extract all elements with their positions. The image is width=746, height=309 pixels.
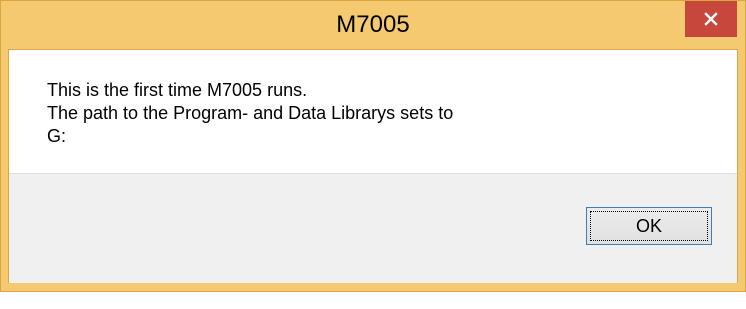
title-bar[interactable]: M7005 [1, 1, 745, 49]
message-line: This is the first time M7005 runs. [47, 80, 308, 100]
dialog-content: This is the first time M7005 runs. The p… [8, 49, 738, 283]
ok-button[interactable]: OK [586, 207, 712, 245]
message-line: G: [47, 126, 67, 146]
message-line: The path to the Program- and Data Librar… [47, 103, 454, 123]
button-bar: OK [9, 173, 737, 283]
window-title: M7005 [336, 11, 410, 38]
close-button[interactable] [685, 1, 737, 37]
close-icon [704, 12, 718, 26]
dialog-window: M7005 This is the first time M7005 runs.… [0, 0, 746, 292]
message-text: This is the first time M7005 runs. The p… [47, 79, 453, 148]
